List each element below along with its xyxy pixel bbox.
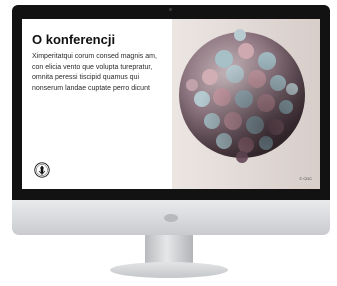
monitor-chin [12,200,330,235]
slide-body-text: Ximperitatqui corum consed magnis am, co… [32,53,157,92]
slide-title: O konferencji [32,32,116,47]
slide-text-panel: O konferencji Ximperitatqui corum consed… [22,19,172,189]
camera-icon [169,8,172,11]
image-credit: © CDC [299,176,312,181]
slide-image-panel: © CDC [172,19,320,189]
presentation-slide: O konferencji Ximperitatqui corum consed… [22,19,320,189]
imac-monitor: O konferencji Ximperitatqui corum consed… [12,5,330,235]
monitor-stand [145,235,193,265]
virus-illustration [179,29,305,163]
brand-logo-icon [164,214,178,222]
monitor-stand-base [110,262,228,278]
university-emblem-icon [34,162,50,178]
monitor-bezel: O konferencji Ximperitatqui corum consed… [12,5,330,200]
